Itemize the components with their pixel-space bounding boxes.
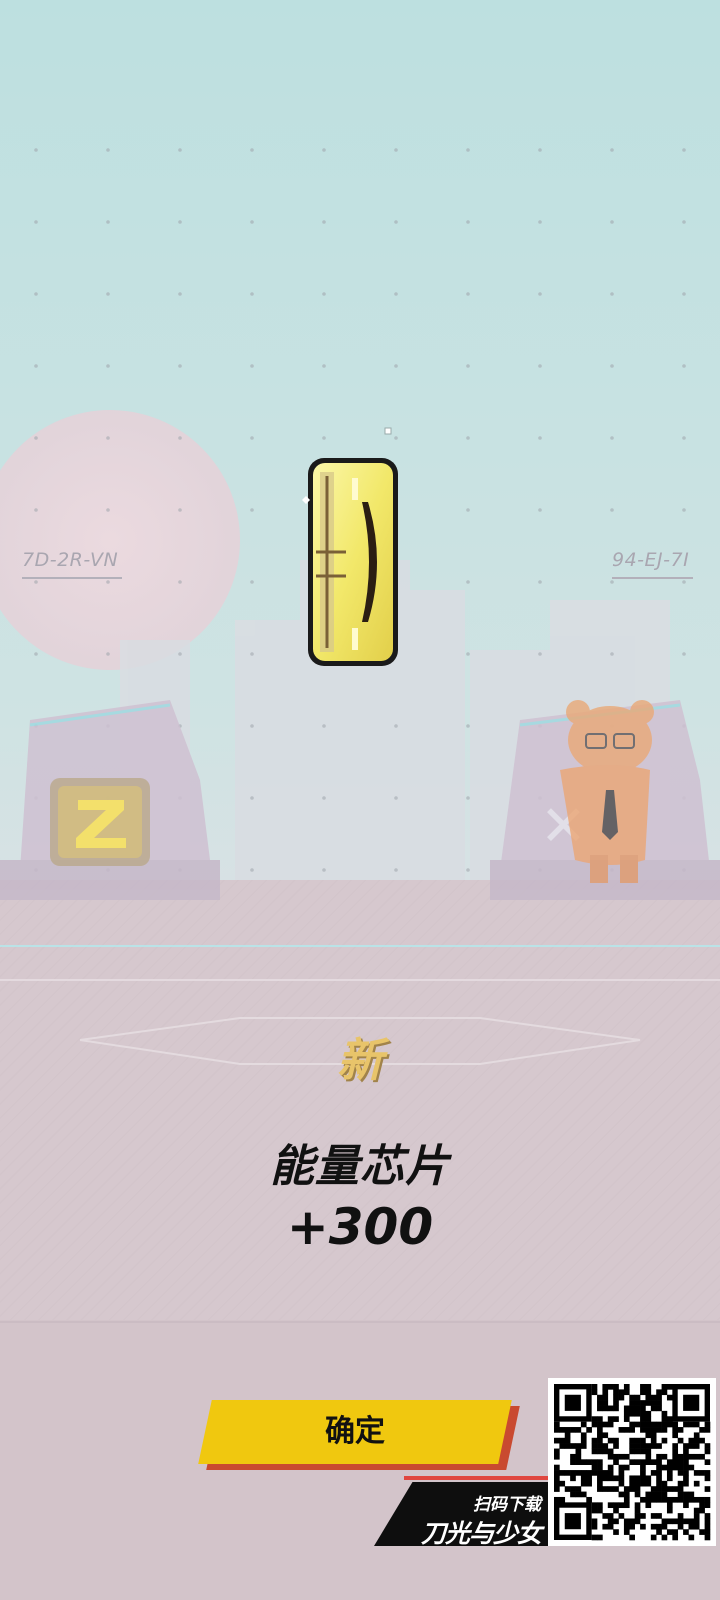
qr-code-icon <box>548 1378 716 1546</box>
energy-chip-icon <box>302 458 398 666</box>
z-letter-icon <box>50 778 150 866</box>
new-badge: 新 <box>337 1033 383 1087</box>
promo-scan-text: 扫码下载 <box>473 1495 541 1515</box>
left-station-code: 7D-2R-VN <box>22 549 123 579</box>
reward-name: 能量芯片 <box>270 1141 450 1192</box>
qr-code[interactable] <box>548 1378 716 1546</box>
confirm-button[interactable]: 确定 <box>198 1400 521 1470</box>
right-station-code: 94-EJ-7I <box>612 549 694 579</box>
download-promo-banner[interactable]: 扫码下载 刀光与少女 <box>374 1476 549 1548</box>
promo-app-title: 刀光与少女 <box>420 1519 542 1548</box>
z-tile <box>48 776 152 868</box>
confirm-button-face[interactable] <box>198 1400 512 1464</box>
reward-amount: +300 <box>286 1198 434 1256</box>
reward-item <box>296 452 406 672</box>
promo-accent-line <box>404 1476 549 1480</box>
